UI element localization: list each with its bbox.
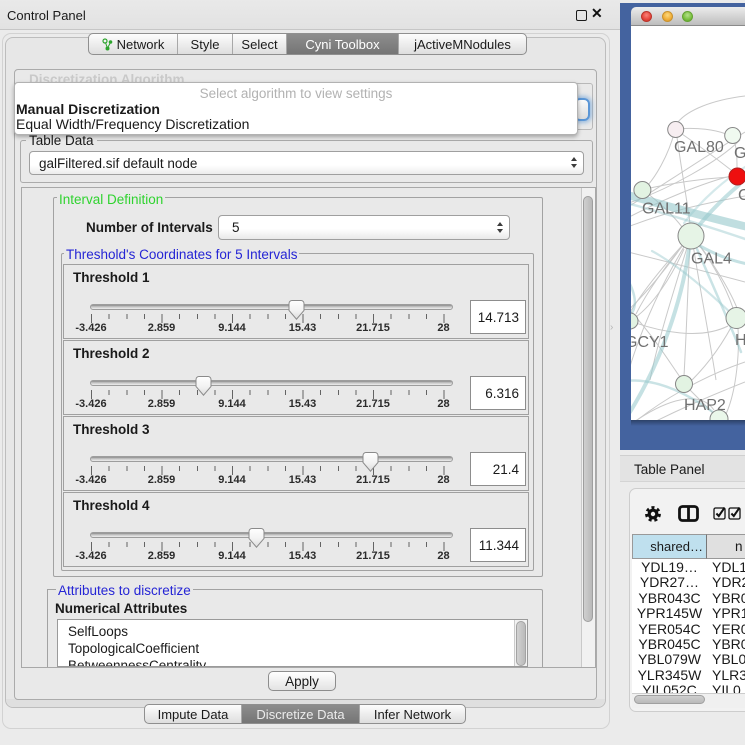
svg-text:HAP2: HAP2 — [684, 397, 726, 414]
svg-text:GAL4: GAL4 — [691, 251, 732, 268]
svg-text:GCY1: GCY1 — [631, 334, 669, 351]
svg-text:GAL80: GAL80 — [674, 139, 724, 156]
svg-text:HIS4: HIS4 — [735, 332, 745, 349]
svg-text:C: C — [738, 187, 745, 204]
svg-text:GA: GA — [734, 145, 745, 162]
svg-text:GAL11: GAL11 — [642, 201, 691, 218]
